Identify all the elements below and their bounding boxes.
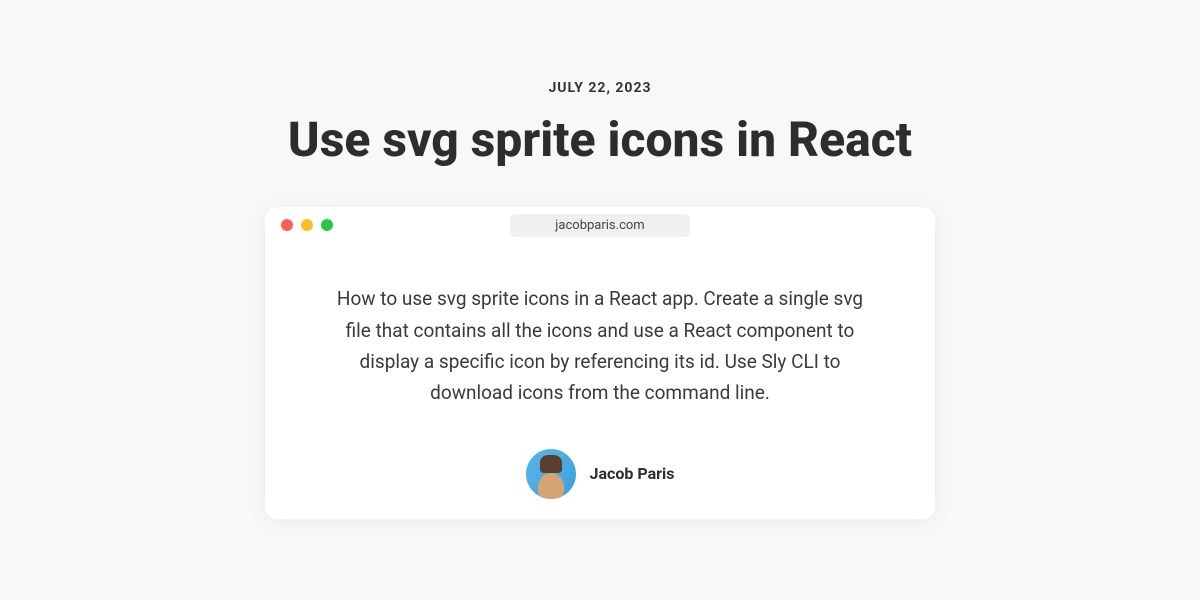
traffic-lights xyxy=(281,219,333,231)
maximize-window-icon[interactable] xyxy=(321,219,333,231)
page-title: Use svg sprite icons in React xyxy=(288,112,912,167)
browser-window: jacobparis.com How to use svg sprite ico… xyxy=(265,207,935,518)
author-name: Jacob Paris xyxy=(590,464,675,483)
article-description: How to use svg sprite icons in a React a… xyxy=(325,283,875,408)
author-avatar xyxy=(526,449,576,499)
author-section: Jacob Paris xyxy=(325,449,875,499)
close-window-icon[interactable] xyxy=(281,219,293,231)
publish-date: JULY 22, 2023 xyxy=(548,80,651,96)
url-bar[interactable]: jacobparis.com xyxy=(510,214,690,237)
content-area: How to use svg sprite icons in a React a… xyxy=(265,243,935,518)
browser-chrome: jacobparis.com xyxy=(265,207,935,243)
minimize-window-icon[interactable] xyxy=(301,219,313,231)
